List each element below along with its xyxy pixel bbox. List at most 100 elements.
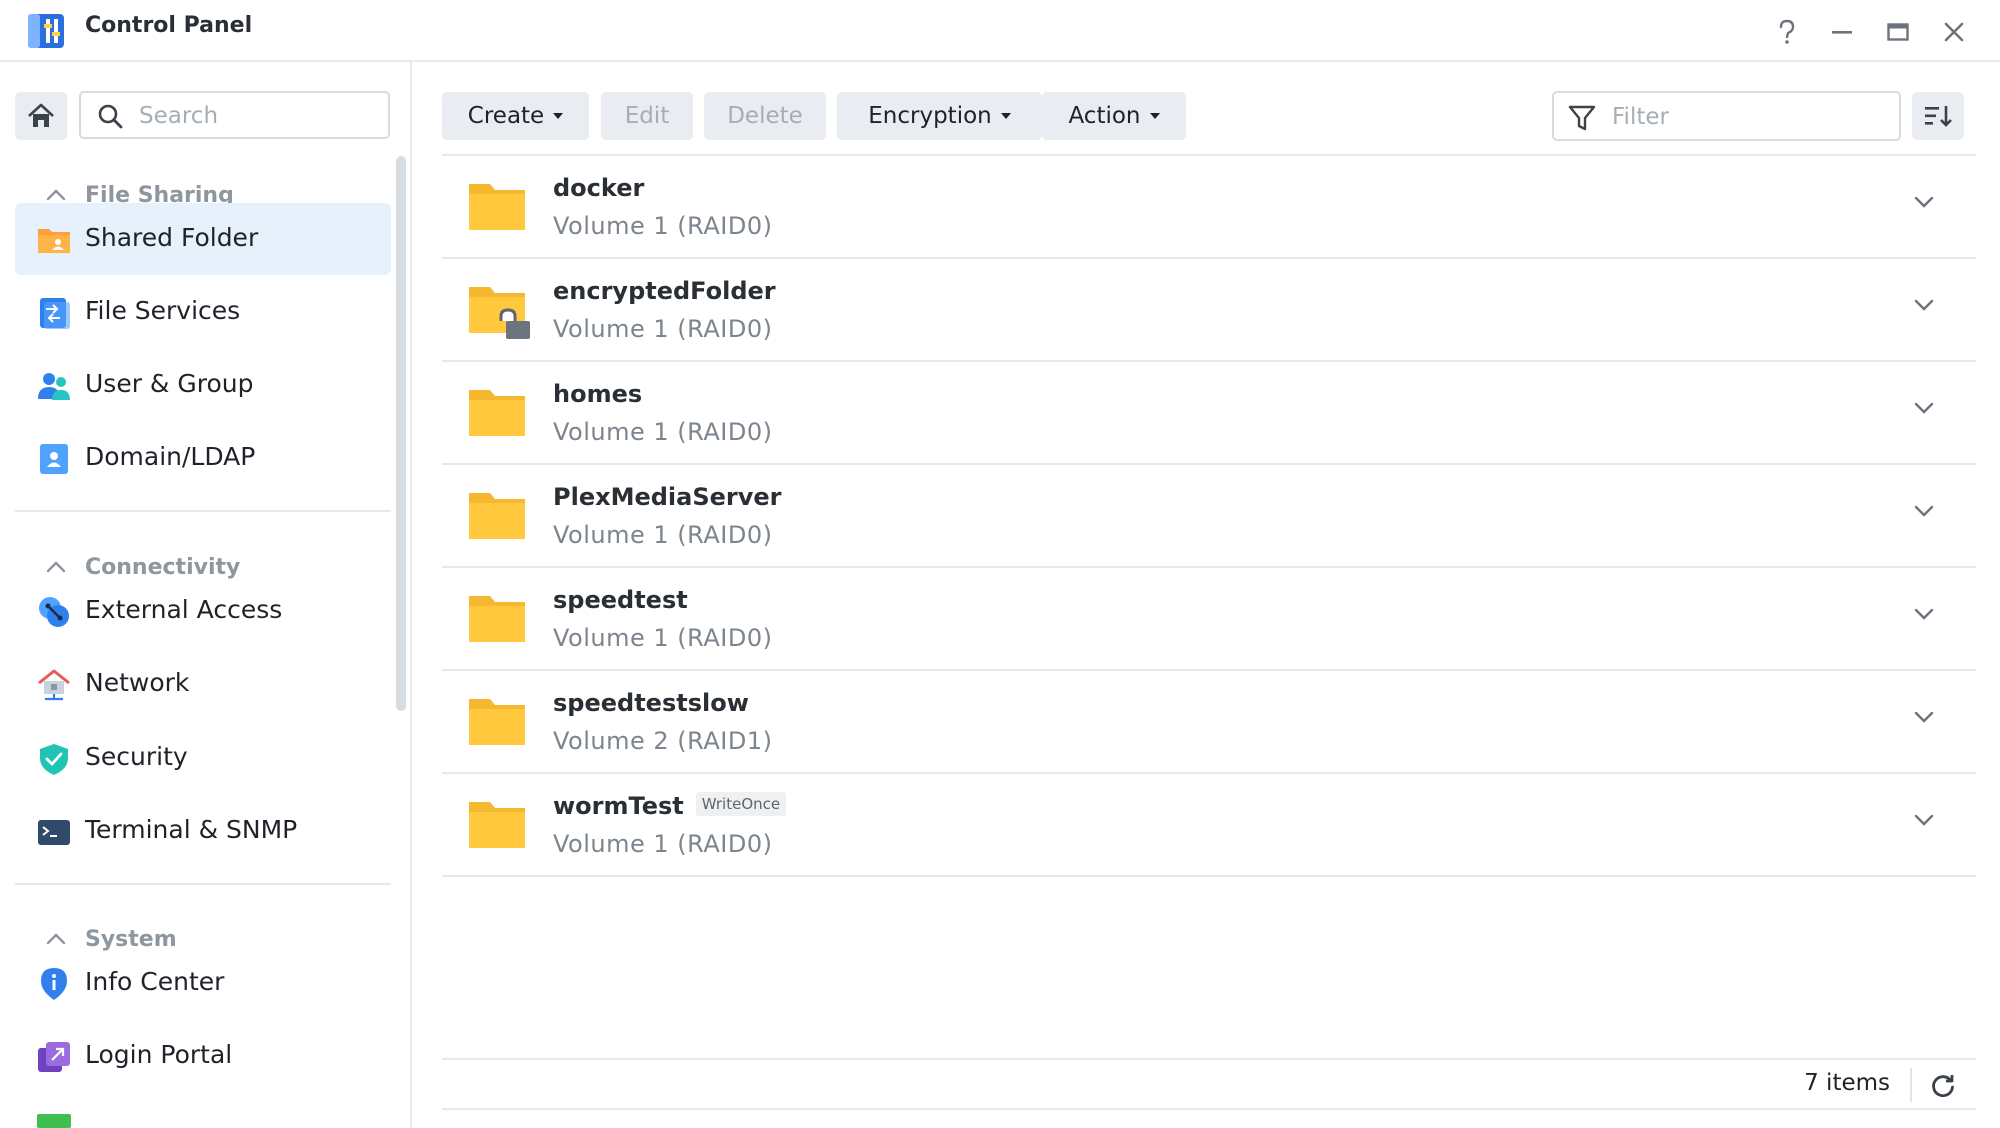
chevron-up-icon	[46, 561, 66, 573]
edit-button[interactable]: Edit	[601, 92, 693, 140]
sort-button[interactable]	[1912, 92, 1964, 140]
folder-row[interactable]: encryptedFolder Volume 1 (RAID0)	[442, 259, 1976, 362]
caret-down-icon	[1000, 113, 1011, 119]
sidebar-scrollbar[interactable]	[396, 156, 406, 711]
chevron-up-icon	[46, 933, 66, 945]
encrypted-folder-icon	[469, 287, 530, 339]
sidebar-item-label: External Access	[85, 595, 283, 624]
footer-bottom-border	[442, 1108, 1976, 1110]
folder-row[interactable]: docker Volume 1 (RAID0)	[442, 156, 1976, 259]
folder-name: PlexMediaServer	[553, 483, 782, 511]
caret-down-icon	[553, 113, 564, 119]
sidebar-item-label: Terminal & SNMP	[85, 815, 298, 844]
title-bar: Control Panel	[0, 0, 2000, 62]
minimize-button[interactable]	[1822, 12, 1862, 52]
search-icon	[98, 104, 123, 129]
chevron-down-icon[interactable]	[1912, 297, 1936, 313]
close-button[interactable]	[1934, 12, 1974, 52]
sidebar-item-login-portal[interactable]: Login Portal	[15, 1020, 391, 1092]
network-icon	[38, 669, 70, 701]
sidebar-item-terminal-snmp[interactable]: Terminal & SNMP	[15, 795, 391, 867]
sidebar-item-file-services[interactable]: File Services	[15, 276, 391, 348]
search-input[interactable]	[137, 99, 381, 133]
folder-volume: Volume 1 (RAID0)	[553, 830, 773, 858]
folder-icon	[469, 596, 525, 642]
sidebar-item-domain-ldap[interactable]: Domain/LDAP	[15, 422, 391, 494]
sidebar-item-network[interactable]: Network	[15, 648, 391, 720]
action-button-label: Action	[1068, 103, 1141, 129]
folder-name: speedtest	[553, 586, 688, 614]
folder-volume: Volume 1 (RAID0)	[553, 418, 773, 446]
security-shield-icon	[40, 744, 68, 775]
sidebar-item-info-center[interactable]: Info Center	[15, 947, 391, 1019]
create-button-label: Create	[467, 103, 545, 129]
chevron-down-icon[interactable]	[1912, 400, 1936, 416]
delete-button-label: Delete	[727, 103, 803, 129]
sidebar-item-cutoff-icon	[37, 1114, 71, 1128]
chevron-down-icon[interactable]	[1912, 194, 1936, 210]
folder-icon	[469, 699, 525, 745]
filter-box[interactable]	[1552, 91, 1901, 141]
info-center-icon	[41, 968, 67, 1000]
folder-icon	[469, 390, 525, 436]
sidebar-item-security[interactable]: Security	[15, 722, 391, 794]
encryption-button-label: Encryption	[868, 103, 992, 129]
sidebar-item-label: Shared Folder	[85, 223, 259, 252]
chevron-up-icon	[46, 189, 66, 201]
chevron-down-icon[interactable]	[1912, 709, 1936, 725]
maximize-button[interactable]	[1878, 12, 1918, 52]
chevron-down-icon[interactable]	[1912, 503, 1936, 519]
caret-down-icon	[1149, 113, 1160, 119]
footer-separator	[1910, 1068, 1912, 1102]
folder-name: homes	[553, 380, 643, 408]
file-services-icon	[40, 298, 70, 329]
search-box[interactable]	[79, 91, 390, 139]
folder-icon	[469, 493, 525, 539]
chevron-down-icon[interactable]	[1912, 606, 1936, 622]
sidebar-item-shared-folder[interactable]: Shared Folder	[15, 203, 391, 275]
shared-folder-icon	[38, 229, 70, 253]
footer-top-border	[442, 1058, 1976, 1060]
create-button[interactable]: Create	[442, 92, 589, 140]
folder-icon	[469, 184, 525, 230]
action-button[interactable]: Action	[1042, 92, 1186, 140]
folder-row[interactable]: PlexMediaServer Volume 1 (RAID0)	[442, 465, 1976, 568]
folder-volume: Volume 1 (RAID0)	[553, 521, 773, 549]
delete-button[interactable]: Delete	[704, 92, 826, 140]
folder-row[interactable]: speedtest Volume 1 (RAID0)	[442, 568, 1976, 671]
control-panel-app-icon	[28, 14, 64, 48]
folder-row[interactable]: wormTest WriteOnce Volume 1 (RAID0)	[442, 774, 1976, 877]
minimize-icon	[1832, 31, 1852, 34]
sidebar: File Sharing Shared Folder File Services…	[0, 62, 412, 1128]
folder-volume: Volume 1 (RAID0)	[553, 212, 773, 240]
terminal-icon	[38, 820, 70, 845]
folder-name: docker	[553, 174, 645, 202]
close-icon	[1944, 22, 1964, 42]
chevron-down-icon[interactable]	[1912, 812, 1936, 828]
home-button[interactable]	[15, 92, 67, 140]
home-icon	[28, 103, 54, 127]
sidebar-item-external-access[interactable]: External Access	[15, 575, 391, 647]
folder-row[interactable]: homes Volume 1 (RAID0)	[442, 362, 1976, 465]
sidebar-item-user-group[interactable]: User & Group	[15, 349, 391, 421]
refresh-button[interactable]	[1925, 1068, 1961, 1104]
folder-volume: Volume 2 (RAID1)	[553, 727, 773, 755]
help-button[interactable]	[1767, 12, 1807, 52]
login-portal-icon	[38, 1042, 70, 1072]
sidebar-item-label: Domain/LDAP	[85, 442, 256, 471]
folder-name-with-badge: wormTest WriteOnce	[553, 792, 787, 820]
encryption-button[interactable]: Encryption	[837, 92, 1042, 140]
window-title: Control Panel	[85, 13, 253, 38]
user-group-icon	[38, 373, 70, 400]
maximize-icon	[1887, 23, 1909, 41]
filter-input[interactable]	[1610, 100, 1884, 134]
folder-row[interactable]: speedtestslow Volume 2 (RAID1)	[442, 671, 1976, 774]
edit-button-label: Edit	[624, 103, 670, 129]
external-access-icon	[39, 597, 69, 627]
sidebar-divider	[15, 883, 391, 885]
folder-volume: Volume 1 (RAID0)	[553, 624, 773, 652]
folder-volume: Volume 1 (RAID0)	[553, 315, 773, 343]
folder-name: speedtestslow	[553, 689, 749, 717]
sort-icon	[1925, 106, 1952, 127]
write-once-badge: WriteOnce	[695, 792, 787, 816]
